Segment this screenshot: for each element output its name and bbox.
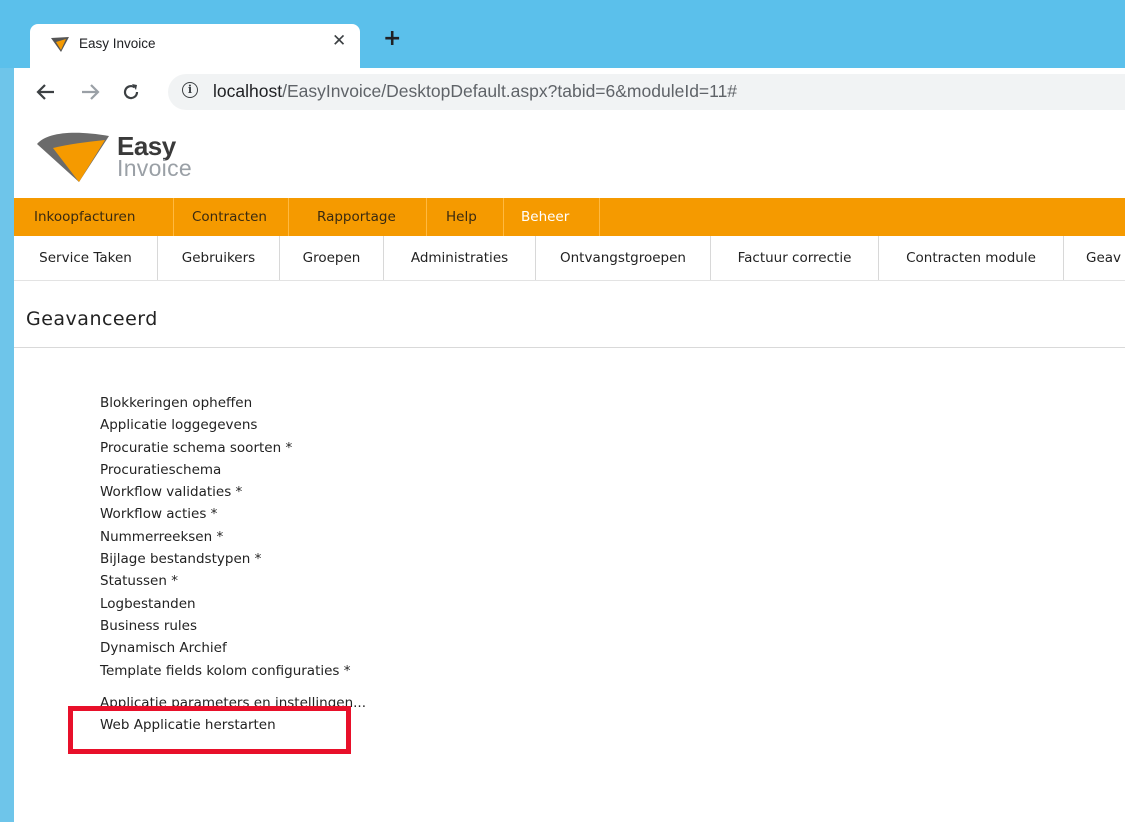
link-workflow-acties[interactable]: Workflow acties *	[100, 503, 366, 525]
tab-close-icon[interactable]: ✕	[332, 31, 346, 51]
link-workflow-validaties[interactable]: Workflow validaties *	[100, 481, 366, 503]
main-nav-contracten[interactable]: Contracten	[174, 198, 289, 236]
link-procuratie-schema-soorten[interactable]: Procuratie schema soorten *	[100, 437, 366, 459]
main-nav-beheer[interactable]: Beheer	[504, 198, 600, 236]
sub-nav-gebruikers[interactable]: Gebruikers	[158, 236, 280, 280]
easy-invoice-logo[interactable]: Easy Invoice	[35, 126, 195, 186]
reload-icon[interactable]	[121, 82, 141, 102]
link-nummerreeksen[interactable]: Nummerreeksen *	[100, 526, 366, 548]
highlight-annotation-box	[68, 706, 351, 754]
title-divider	[14, 347, 1125, 348]
browser-tab-strip: Easy Invoice ✕ +	[0, 0, 1125, 68]
sub-nav-contracten-module[interactable]: Contracten module	[879, 236, 1064, 280]
new-tab-icon[interactable]: +	[383, 26, 401, 51]
link-procuratieschema[interactable]: Procuratieschema	[100, 459, 366, 481]
sub-nav-administraties[interactable]: Administraties	[384, 236, 536, 280]
page-title: Geavanceerd	[26, 308, 158, 330]
sub-nav: Service Taken Gebruikers Groepen Adminis…	[14, 236, 1125, 281]
main-nav: Inkoopfacturen Contracten Rapportage Hel…	[14, 198, 1125, 236]
info-icon[interactable]: i	[182, 82, 198, 98]
sub-nav-geavanceerd[interactable]: Geav	[1064, 236, 1125, 280]
link-business-rules[interactable]: Business rules	[100, 615, 366, 637]
sub-nav-ontvangstgroepen[interactable]: Ontvangstgroepen	[536, 236, 711, 280]
sub-nav-groepen[interactable]: Groepen	[280, 236, 384, 280]
link-template-fields-kolom-configuraties[interactable]: Template fields kolom configuraties *	[100, 660, 366, 682]
main-nav-inkoopfacturen[interactable]: Inkoopfacturen	[14, 198, 174, 236]
tab-title: Easy Invoice	[79, 36, 156, 51]
link-applicatie-loggegevens[interactable]: Applicatie loggegevens	[100, 414, 366, 436]
admin-link-list: Blokkeringen opheffen Applicatie loggege…	[100, 392, 366, 736]
url-text: localhost/EasyInvoice/DesktopDefault.asp…	[213, 81, 738, 101]
link-statussen[interactable]: Statussen *	[100, 570, 366, 592]
main-nav-rapportage[interactable]: Rapportage	[289, 198, 427, 236]
logo-word-invoice: Invoice	[117, 155, 192, 181]
logo-mark-icon	[37, 132, 109, 182]
link-logbestanden[interactable]: Logbestanden	[100, 593, 366, 615]
sub-nav-service-taken[interactable]: Service Taken	[14, 236, 158, 280]
easy-invoice-favicon-icon	[51, 37, 69, 52]
url-input[interactable]: i localhost/EasyInvoice/DesktopDefault.a…	[168, 74, 1125, 110]
sub-nav-factuur-correctie[interactable]: Factuur correctie	[711, 236, 879, 280]
link-bijlage-bestandstypen[interactable]: Bijlage bestandstypen *	[100, 548, 366, 570]
back-arrow-icon[interactable]	[36, 83, 56, 101]
link-dynamisch-archief[interactable]: Dynamisch Archief	[100, 637, 366, 659]
main-nav-help[interactable]: Help	[427, 198, 504, 236]
forward-arrow-icon[interactable]	[80, 83, 100, 101]
address-bar: i localhost/EasyInvoice/DesktopDefault.a…	[14, 68, 1125, 118]
page: Easy Invoice Inkoopfacturen Contracten R…	[14, 118, 1125, 822]
browser-tab[interactable]: Easy Invoice ✕	[30, 24, 360, 68]
link-blokkeringen-opheffen[interactable]: Blokkeringen opheffen	[100, 392, 366, 414]
